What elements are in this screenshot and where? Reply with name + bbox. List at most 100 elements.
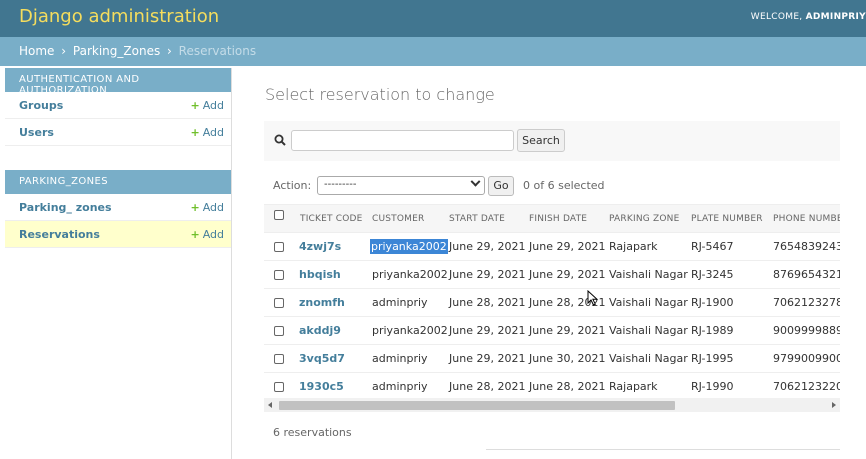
ticket-code-link[interactable]: znomfh xyxy=(299,296,345,309)
column-header-ticket-code[interactable]: TICKET CODE xyxy=(300,214,363,224)
search-input[interactable] xyxy=(291,130,514,151)
plus-icon: + xyxy=(190,201,200,214)
table-row: 1930c5 adminpriy June 28, 2021 June 28, … xyxy=(264,373,840,398)
table-row: akddj9 priyanka2002 June 29, 2021 June 2… xyxy=(264,317,840,345)
row-checkbox[interactable] xyxy=(274,270,284,280)
module-parking-zones: PARKING_ZONES Parking_ zones + Add Reserv… xyxy=(5,170,231,248)
sidebar-item-label[interactable]: Reservations xyxy=(19,228,100,241)
scroll-right-arrow-icon[interactable] xyxy=(832,402,836,408)
add-groups-link[interactable]: + Add xyxy=(190,99,224,112)
breadcrumb: Home › Parking_Zones › Reservations xyxy=(0,37,866,66)
ticket-code-link[interactable]: 1930c5 xyxy=(299,380,344,393)
scroll-left-arrow-icon[interactable] xyxy=(268,402,272,408)
row-checkbox[interactable] xyxy=(274,326,284,336)
actions-bar: Action: --------- Go 0 of 6 selected xyxy=(264,174,866,198)
divider xyxy=(486,449,840,450)
phone-number-cell: 9799009900 xyxy=(773,352,840,365)
parking-zone-cell: Rajapark xyxy=(609,240,658,253)
breadcrumb-app[interactable]: Parking_Zones xyxy=(73,44,160,58)
phone-number-cell: 7062123278 xyxy=(773,296,840,309)
row-checkbox[interactable] xyxy=(274,354,284,364)
module-caption-auth[interactable]: AUTHENTICATION AND AUTHORIZATION xyxy=(5,68,231,96)
plus-icon: + xyxy=(190,126,200,139)
row-checkbox[interactable] xyxy=(274,298,284,308)
sidebar-item-label[interactable]: Users xyxy=(19,126,54,139)
table-row: hbqish priyanka2002 June 29, 2021 June 2… xyxy=(264,261,840,289)
add-reservations-link[interactable]: + Add xyxy=(190,228,224,241)
parking-zone-cell: Vaishali Nagar xyxy=(609,268,688,281)
sidebar-item-reservations[interactable]: Reservations + Add xyxy=(5,221,231,248)
customer-cell: priyanka2002 xyxy=(372,324,448,337)
search-button[interactable]: Search xyxy=(517,129,565,152)
column-header-customer[interactable]: CUSTOMER xyxy=(372,214,424,224)
nav-sidebar: AUTHENTICATION AND AUTHORIZATION Groups … xyxy=(5,68,232,459)
sidebar-item-label[interactable]: Groups xyxy=(19,99,63,112)
module-caption-parking-zones[interactable]: PARKING_ZONES xyxy=(5,170,231,194)
column-header-parking-zone[interactable]: PARKING ZONE xyxy=(609,214,679,224)
add-users-link[interactable]: + Add xyxy=(190,126,224,139)
scrollbar-thumb[interactable] xyxy=(279,401,675,410)
ticket-code-link[interactable]: 3vq5d7 xyxy=(299,352,345,365)
header: Django administration WELCOME, ADMINPRIY xyxy=(0,0,866,37)
parking-zone-cell: Vaishali Nagar xyxy=(609,352,688,365)
column-header-plate-number[interactable]: PLATE NUMBER xyxy=(691,214,763,224)
table-row: 3vq5d7 adminpriy June 29, 2021 June 30, … xyxy=(264,345,840,373)
column-header-start-date[interactable]: START DATE xyxy=(449,214,505,224)
user-tools: WELCOME, ADMINPRIY xyxy=(751,12,866,22)
action-counter: 0 of 6 selected xyxy=(523,179,605,192)
table: TICKET CODE CUSTOMER START DATE FINISH D… xyxy=(264,205,840,398)
horizontal-scrollbar[interactable] xyxy=(264,398,840,412)
result-list: TICKET CODE CUSTOMER START DATE FINISH D… xyxy=(264,204,840,398)
plus-icon: + xyxy=(190,99,200,112)
plus-icon: + xyxy=(190,228,200,241)
mouse-pointer-icon xyxy=(587,290,599,306)
parking-zone-cell: Vaishali Nagar xyxy=(609,296,688,309)
ticket-code-link[interactable]: 4zwj7s xyxy=(299,240,341,253)
start-date-cell: June 29, 2021 xyxy=(449,324,526,337)
plate-number-cell: RJ-1990 xyxy=(691,380,734,393)
column-header-phone-number[interactable]: PHONE NUMBER xyxy=(773,214,840,224)
ticket-code-link[interactable]: hbqish xyxy=(299,268,341,281)
chevron-down-icon xyxy=(470,176,481,187)
sidebar-item-users[interactable]: Users + Add xyxy=(5,119,231,146)
site-name[interactable]: Django administration xyxy=(19,6,219,27)
row-checkbox[interactable] xyxy=(274,242,284,252)
add-label: Add xyxy=(202,228,224,241)
breadcrumb-home[interactable]: Home xyxy=(19,44,54,58)
search-icon xyxy=(274,134,286,146)
ticket-code-link[interactable]: akddj9 xyxy=(299,324,341,337)
add-label: Add xyxy=(202,99,224,112)
module-spacer xyxy=(5,146,231,170)
finish-date-cell: June 30, 2021 xyxy=(529,352,606,365)
breadcrumb-separator: › xyxy=(167,44,172,58)
sidebar-item-label[interactable]: Parking_ zones xyxy=(19,201,112,214)
add-parking-zones-link[interactable]: + Add xyxy=(190,201,224,214)
parking-zone-cell: Rajapark xyxy=(609,380,658,393)
start-date-cell: June 29, 2021 xyxy=(449,352,526,365)
sidebar-item-groups[interactable]: Groups + Add xyxy=(5,92,231,119)
breadcrumb-separator: › xyxy=(61,44,67,58)
action-select[interactable]: --------- xyxy=(317,176,485,195)
start-date-cell: June 28, 2021 xyxy=(449,380,526,393)
column-header-finish-date[interactable]: FINISH DATE xyxy=(529,214,587,224)
search-toolbar: Search xyxy=(264,121,840,161)
go-button[interactable]: Go xyxy=(488,176,514,196)
add-label: Add xyxy=(202,201,224,214)
finish-date-cell: June 28, 2021 xyxy=(529,380,606,393)
finish-date-cell: June 29, 2021 xyxy=(529,268,606,281)
module-auth: AUTHENTICATION AND AUTHORIZATION Groups … xyxy=(5,68,231,146)
paginator: 6 reservations xyxy=(273,426,352,439)
row-checkbox[interactable] xyxy=(274,382,284,392)
phone-number-cell: 7062123220 xyxy=(773,380,840,393)
customer-cell: priyanka2002 xyxy=(370,239,448,254)
breadcrumb-current: Reservations xyxy=(178,44,257,58)
sidebar-item-parking-zones[interactable]: Parking_ zones + Add xyxy=(5,194,231,221)
table-header: TICKET CODE CUSTOMER START DATE FINISH D… xyxy=(264,205,840,233)
action-label: Action: xyxy=(273,179,312,192)
page-title: Select reservation to change xyxy=(265,85,495,104)
plate-number-cell: RJ-1989 xyxy=(691,324,734,337)
customer-cell: adminpriy xyxy=(372,296,428,309)
add-label: Add xyxy=(202,126,224,139)
select-all-checkbox[interactable] xyxy=(274,210,284,220)
finish-date-cell: June 29, 2021 xyxy=(529,324,606,337)
